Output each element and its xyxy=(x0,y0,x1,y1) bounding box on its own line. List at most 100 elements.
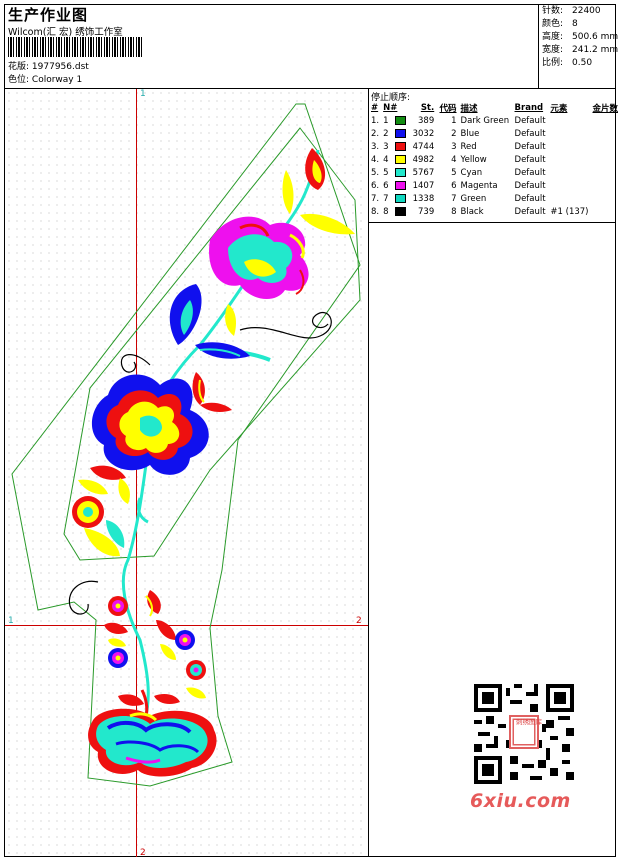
color-swatch xyxy=(394,154,406,164)
cell-stitches: 5767 xyxy=(412,167,435,178)
cell-element xyxy=(548,192,590,205)
cell-needle: 8 xyxy=(381,205,409,218)
col-description: 描述 xyxy=(460,103,478,114)
cell-needle: 5 xyxy=(381,166,409,179)
needle-number: 1 xyxy=(383,115,389,126)
cell-description: Yellow xyxy=(460,154,487,165)
color-swatch xyxy=(394,180,406,190)
table-bottom-rule xyxy=(368,222,616,223)
cell-element xyxy=(548,140,590,153)
table-row[interactable]: 8. 8 739 8 Black Default #1 (137) xyxy=(369,205,620,218)
table-row[interactable]: 5. 5 5767 5 Cyan Default xyxy=(369,166,620,179)
needle-number: 3 xyxy=(383,141,389,152)
cell-index: 4. xyxy=(371,154,380,165)
table-row[interactable]: 7. 7 1338 7 Green Default xyxy=(369,192,620,205)
needle-number: 8 xyxy=(383,206,389,217)
table-row[interactable]: 6. 6 1407 6 Magenta Default xyxy=(369,179,620,192)
needle-number: 6 xyxy=(383,180,389,191)
stat-colors: 颜色: 8 xyxy=(542,19,578,29)
cell-sequin xyxy=(590,153,620,166)
cell-stitches: 1407 xyxy=(412,180,435,191)
cell-code: 7 xyxy=(451,193,457,204)
table-row[interactable]: 3. 3 4744 3 Red Default xyxy=(369,140,620,153)
cell-needle: 6 xyxy=(381,179,409,192)
col-element: 元素 xyxy=(550,103,568,114)
cell-description: Red xyxy=(460,141,477,152)
cell-sequin xyxy=(590,166,620,179)
cell-sequin xyxy=(590,192,620,205)
stat-width: 宽度: 241.2 mm xyxy=(542,45,619,55)
stat-scale: 比例: 0.50 xyxy=(542,58,593,68)
cell-code: 2 xyxy=(451,128,457,139)
cell-description: Green xyxy=(460,193,487,204)
color-swatch xyxy=(394,115,406,125)
cell-stitches: 4744 xyxy=(412,141,435,152)
table-row[interactable]: 2. 2 3032 2 Blue Default xyxy=(369,127,620,140)
cell-brand: Default xyxy=(514,180,546,191)
swirl-mid xyxy=(120,354,151,373)
cell-stitches: 739 xyxy=(418,206,435,217)
cell-code: 1 xyxy=(451,115,457,126)
cell-brand: Default xyxy=(514,206,546,217)
cell-needle: 1 xyxy=(381,114,409,127)
cell-brand: Default xyxy=(514,154,546,165)
needle-number: 5 xyxy=(383,167,389,178)
cell-code: 8 xyxy=(451,206,457,217)
cell-sequin xyxy=(590,114,620,127)
cell-needle: 4 xyxy=(381,153,409,166)
col-index: # xyxy=(371,102,379,113)
header-divider xyxy=(538,4,539,88)
cell-brand: Default xyxy=(514,167,546,178)
color-swatch xyxy=(394,206,406,216)
cell-element: #1 (137) xyxy=(550,206,589,217)
cell-description: Blue xyxy=(460,128,480,139)
color-swatch xyxy=(394,167,406,177)
cell-index: 1. xyxy=(371,115,380,126)
cell-brand: Default xyxy=(514,115,546,126)
needle-number: 4 xyxy=(383,154,389,165)
cell-code: 4 xyxy=(451,154,457,165)
cell-element xyxy=(548,166,590,179)
embroidery-design xyxy=(11,103,361,787)
seal-stamp: 刺绣图库 xyxy=(516,718,542,726)
cell-needle: 2 xyxy=(381,127,409,140)
cell-needle: 7 xyxy=(381,192,409,205)
cell-index: 7. xyxy=(371,193,380,204)
cell-description: Black xyxy=(460,206,484,217)
stat-stitches: 针数: 22400 xyxy=(542,6,601,16)
col-sequin: 金片数 xyxy=(592,103,618,114)
cell-code: 3 xyxy=(451,141,457,152)
swirl-bottom xyxy=(68,580,99,615)
stat-height: 高度: 500.6 mm xyxy=(542,32,619,42)
cell-stitches: 4982 xyxy=(412,154,435,165)
col-brand: Brand xyxy=(514,102,544,113)
cell-index: 2. xyxy=(371,128,380,139)
color-swatch xyxy=(394,141,406,151)
table-header: # N# St. 代码 描述 Brand 元素 金片数 xyxy=(369,101,620,114)
cell-element xyxy=(548,153,590,166)
table-row[interactable]: 1. 1 389 1 Dark Green Default xyxy=(369,114,620,127)
color-swatch xyxy=(394,193,406,203)
cell-brand: Default xyxy=(514,193,546,204)
cell-sequin xyxy=(590,127,620,140)
color-sequence-table: # N# St. 代码 描述 Brand 元素 金片数 1. 1 389 1 Dark … xyxy=(369,101,620,218)
table-row[interactable]: 4. 4 4982 4 Yellow Default xyxy=(369,153,620,166)
stats-panel: 针数: 22400 颜色: 8 高度: 500.6 mm 宽度: 241.2 mm 比例… xyxy=(542,5,618,70)
col-needle: N# xyxy=(383,102,398,113)
color-swatch xyxy=(394,128,406,138)
cell-sequin xyxy=(590,140,620,153)
cell-index: 3. xyxy=(371,141,380,152)
cell-element xyxy=(548,179,590,192)
cell-brand: Default xyxy=(514,128,546,139)
cell-brand: Default xyxy=(514,141,546,152)
col-code: 代码 xyxy=(439,103,457,114)
cell-stitches: 389 xyxy=(418,115,435,126)
needle-number: 7 xyxy=(383,193,389,204)
site-watermark: 6xiu.com xyxy=(470,790,571,812)
cell-description: Cyan xyxy=(460,167,483,178)
cell-code: 6 xyxy=(451,180,457,191)
cell-stitches: 1338 xyxy=(412,193,435,204)
cell-sequin xyxy=(590,179,620,192)
cell-element xyxy=(548,114,590,127)
needle-number: 2 xyxy=(383,128,389,139)
